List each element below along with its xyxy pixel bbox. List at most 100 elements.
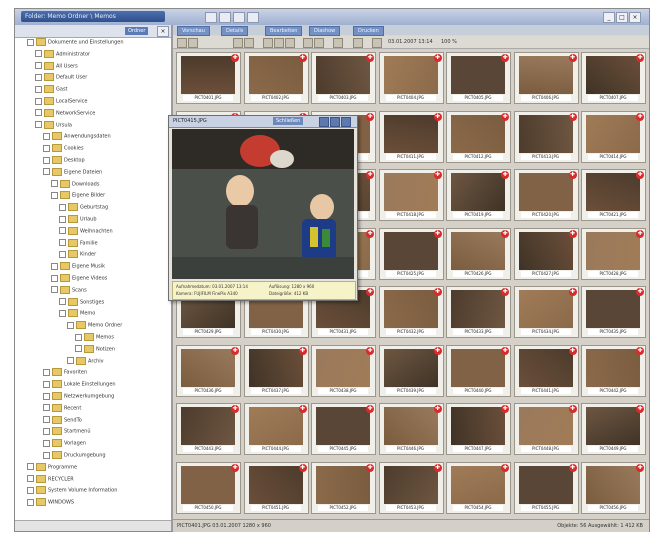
expand-icon[interactable] [35,109,42,117]
expand-icon[interactable] [43,156,50,164]
tree-item[interactable]: LocalService [35,97,87,106]
expand-icon[interactable] [43,168,50,176]
tree-item[interactable]: Favoriten [43,368,87,377]
preview-minimize-icon[interactable] [319,117,329,127]
expand-icon[interactable] [43,392,50,400]
tree-item[interactable]: SendTo [43,415,82,425]
tree-item[interactable]: Eigene Bilder [51,191,105,200]
expand-icon[interactable] [67,321,74,329]
expand-icon[interactable] [75,333,82,341]
slideshow-icon[interactable] [353,38,363,48]
folder-icon[interactable] [233,38,243,48]
paste-icon[interactable] [274,38,284,48]
expand-icon[interactable] [51,286,58,294]
tree-item[interactable]: Sonstiges [59,297,104,307]
thumbnail-item[interactable]: ✚ PICT0440.JPG [446,344,511,397]
thumbnail-item[interactable]: ✚ PICT0436.JPG [176,344,241,397]
expand-icon[interactable] [43,439,50,447]
nav-back-icon[interactable] [205,12,217,23]
thumbnail-item[interactable]: ✚ PICT0421.JPG [581,169,646,221]
thumbnail-item[interactable]: ✚ PICT0433.JPG [446,286,511,338]
thumbnail-item[interactable]: ✚ PICT0432.JPG [378,286,444,338]
expand-icon[interactable] [35,50,42,58]
expand-icon[interactable] [43,404,50,412]
thumbnail-item[interactable]: ✚ PICT0451.JPG [243,461,309,514]
tree-item[interactable]: Kinder [59,250,96,259]
thumbnail-item[interactable]: ✚ PICT0411.JPG [378,110,444,163]
expand-icon[interactable] [27,463,34,471]
expand-icon[interactable] [27,486,34,494]
expand-icon[interactable] [51,274,58,282]
expand-icon[interactable] [35,85,42,93]
expand-icon[interactable] [27,38,34,46]
thumbnail-item[interactable]: ✚ PICT0444.JPG [243,403,309,455]
thumbnail-item[interactable]: ✚ PICT0447.JPG [446,403,511,455]
expand-icon[interactable] [35,62,42,70]
thumbnail-item[interactable]: ✚ PICT0454.JPG [446,461,511,514]
expand-icon[interactable] [43,416,50,424]
expand-icon[interactable] [75,345,82,353]
tree-item[interactable]: Downloads [51,179,99,189]
close-icon[interactable]: × [629,12,641,23]
tree-item[interactable]: Administrator [35,49,90,59]
expand-icon[interactable] [51,262,58,270]
minimize-icon[interactable]: _ [603,12,615,23]
view-tab[interactable]: Drucken [353,26,384,36]
cut-icon[interactable] [263,38,273,48]
tree-item[interactable]: Eigene Musik [51,262,105,271]
tree-item[interactable]: Memo Ordner [67,321,122,330]
nav-forward-icon[interactable] [219,12,231,23]
thumbnail-item[interactable]: ✚ PICT0428.JPG [581,227,646,280]
thumbnail-item[interactable]: ✚ PICT0404.JPG [378,52,444,104]
thumbnail-item[interactable]: ✚ PICT0452.JPG [311,461,376,514]
expand-icon[interactable] [59,239,66,247]
thumbnail-item[interactable]: ✚ PICT0446.JPG [378,403,444,455]
expand-icon[interactable] [43,368,50,376]
rotate-right-icon[interactable] [188,38,198,48]
thumbnail-item[interactable]: ✚ PICT0413.JPG [513,110,579,163]
copy-icon[interactable] [244,38,254,48]
tree-item[interactable]: Lokale Einstellungen [43,380,116,389]
preview-maximize-icon[interactable] [330,117,340,127]
thumbnail-item[interactable]: ✚ PICT0441.JPG [513,344,579,397]
tree-item[interactable]: Default User [35,73,87,82]
tree-item[interactable]: Cookies [43,144,84,153]
tree-item[interactable]: RECYCLER [27,474,74,484]
tree-item[interactable]: Anwendungsdaten [43,132,111,141]
expand-icon[interactable] [43,380,50,388]
thumbnail-item[interactable]: ✚ PICT0401.JPG [176,52,241,104]
thumbnail-item[interactable]: ✚ PICT0435.JPG [581,286,646,338]
thumbnail-item[interactable]: ✚ PICT0414.JPG [581,110,646,163]
thumbnail-item[interactable]: ✚ PICT0419.JPG [446,169,511,221]
tree-item[interactable]: Scans [51,285,87,295]
tree-item[interactable]: WINDOWS [27,498,74,507]
tree-item[interactable]: Druckumgebung [43,451,106,460]
expand-icon[interactable] [59,250,66,258]
expand-icon[interactable] [43,427,50,435]
thumbnail-item[interactable]: ✚ PICT0450.JPG [176,461,241,514]
edit-icon[interactable] [247,12,259,23]
thumbnail-item[interactable]: ✚ PICT0456.JPG [581,461,646,514]
expand-icon[interactable] [43,144,50,152]
tree-item[interactable]: Eigene Videos [51,274,107,283]
thumbnail-item[interactable]: ✚ PICT0420.JPG [513,169,579,221]
thumbnail-item[interactable]: ✚ PICT0445.JPG [311,403,376,455]
expand-icon[interactable] [27,475,34,483]
expand-icon[interactable] [43,132,50,140]
view-tab[interactable]: Vorschau [177,26,210,36]
sort-icon[interactable] [303,38,313,48]
preview-close-icon[interactable] [341,117,351,127]
tree-item[interactable]: Weihnachten [59,226,113,236]
zoom-icon[interactable] [333,38,343,48]
thumbnail-item[interactable]: ✚ PICT0453.JPG [378,461,444,514]
expand-icon[interactable] [59,227,66,235]
expand-icon[interactable] [67,357,74,365]
tree-item[interactable]: Familie [59,238,98,248]
thumbnail-item[interactable]: ✚ PICT0437.JPG [243,344,309,397]
tree-item[interactable]: Geburtstag [59,203,108,212]
view-tab[interactable]: Details [221,26,249,36]
thumbnail-item[interactable]: ✚ PICT0407.JPG [581,52,646,104]
tree-item[interactable]: Memo [59,309,95,318]
tree-item[interactable]: Dokumente und Einstellungen [27,38,124,47]
filter-icon[interactable] [314,38,324,48]
